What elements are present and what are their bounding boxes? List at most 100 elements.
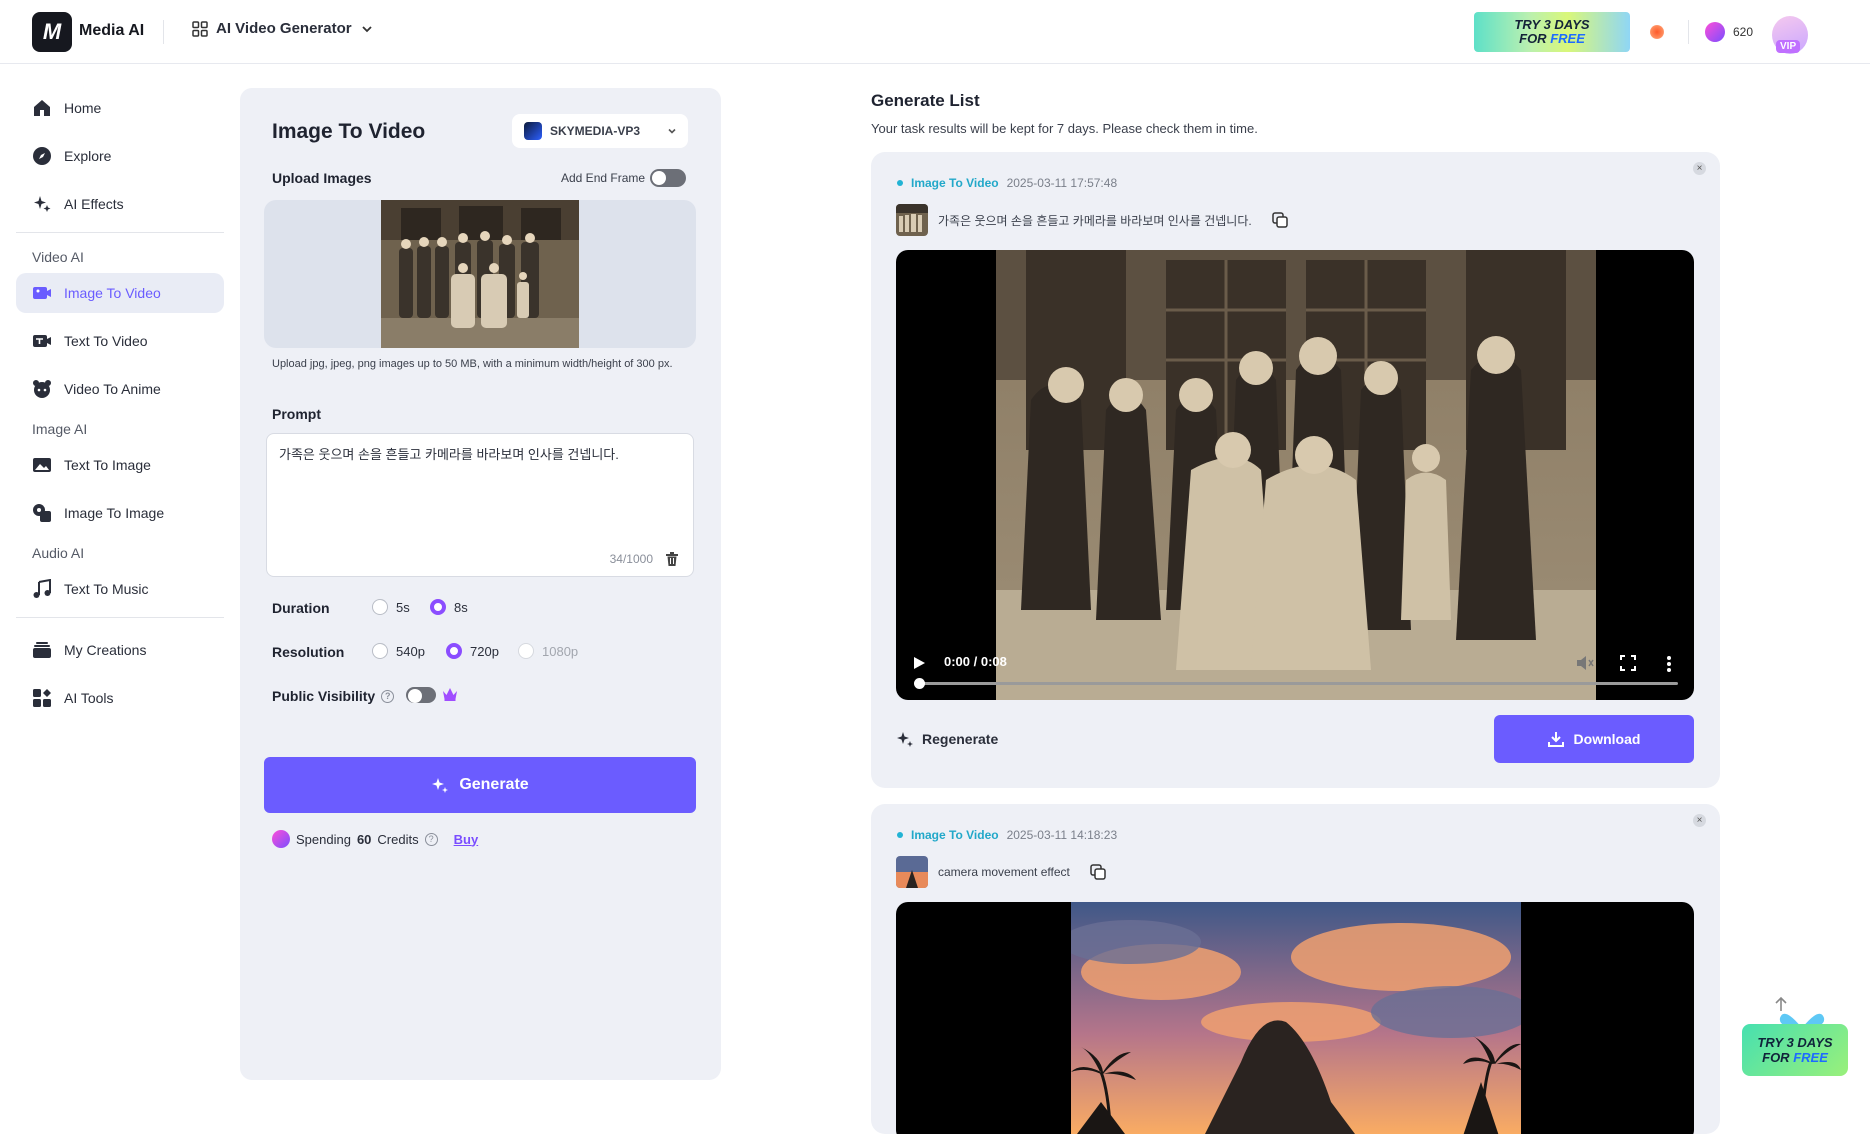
credit-spend: Spending 60 Credits ? Buy (272, 830, 478, 848)
video-player[interactable]: 0:00 / 0:08 (896, 250, 1694, 700)
duration-8s-option[interactable]: 8s (430, 599, 468, 615)
resolution-540p-radio[interactable] (372, 643, 388, 659)
visibility-label: Public Visibility ? (272, 688, 395, 704)
float-promo-line2a: FOR (1762, 1050, 1794, 1065)
music-note-icon (32, 579, 52, 599)
grid-icon (192, 20, 208, 37)
sidebar-item-text-to-music[interactable]: Text To Music (16, 569, 224, 609)
task-prompt: 가족은 웃으며 손을 흔들고 카메라를 바라보며 인사를 건넵니다. (896, 204, 1288, 236)
upload-label: Upload Images (272, 170, 372, 186)
task-prompt-text: 가족은 웃으며 손을 흔들고 카메라를 바라보며 인사를 건넵니다. (938, 213, 1252, 228)
credits-count[interactable]: 620 (1733, 25, 1753, 39)
home-icon (32, 98, 52, 118)
sidebar-item-text-to-video[interactable]: Text To Video (16, 321, 224, 361)
tools-grid-icon (32, 688, 52, 708)
uploaded-image-thumbnail[interactable] (381, 200, 579, 348)
task-prompt-text: camera movement effect (938, 865, 1070, 879)
generate-button[interactable]: Generate (264, 757, 696, 813)
credits-icon (1705, 22, 1725, 42)
end-frame-label: Add End Frame (561, 171, 646, 185)
tool-switcher[interactable]: AI Video Generator (192, 20, 374, 37)
prompt-label: Prompt (272, 406, 321, 422)
sidebar-item-my-creations[interactable]: My Creations (16, 630, 224, 670)
close-icon[interactable]: × (1693, 162, 1706, 175)
fullscreen-icon[interactable] (1620, 655, 1636, 671)
regenerate-button[interactable]: Regenerate (896, 730, 998, 748)
sparkle-icon (897, 732, 913, 747)
help-icon[interactable]: ? (424, 832, 438, 846)
sidebar-item-label: Text To Music (64, 581, 149, 597)
help-icon[interactable]: ? (381, 689, 395, 703)
copy-icon[interactable] (1271, 212, 1288, 228)
section-video-ai: Video AI (32, 249, 84, 265)
sidebar-item-home[interactable]: Home (16, 88, 224, 128)
text-video-icon (32, 331, 52, 351)
task-header: Image To Video 2025-03-11 17:57:48 (897, 176, 1117, 190)
sidebar-item-image-to-image[interactable]: Image To Image (16, 493, 224, 533)
duration-5s-label: 5s (396, 599, 410, 615)
video-time: 0:00 / 0:08 (944, 654, 1007, 669)
regenerate-label: Regenerate (922, 731, 999, 747)
video-controls: 0:00 / 0:08 (896, 640, 1694, 700)
visibility-label-text: Public Visibility (272, 688, 376, 704)
chevron-down-icon (361, 25, 372, 32)
play-icon[interactable] (912, 656, 926, 670)
video-progress-bar[interactable] (914, 678, 1678, 689)
end-frame-toggle[interactable] (650, 169, 686, 187)
mute-icon[interactable] (1576, 655, 1594, 671)
record-icon[interactable] (1650, 25, 1664, 39)
sidebar-item-explore[interactable]: Explore (16, 136, 224, 176)
video-player[interactable] (896, 902, 1694, 1134)
chevron-down-icon (668, 128, 676, 134)
section-audio-ai: Audio AI (32, 545, 85, 561)
progress-handle[interactable] (914, 678, 925, 689)
resolution-540p-option[interactable]: 540p (372, 643, 425, 659)
duration-8s-radio[interactable] (430, 599, 446, 615)
app-logo-icon[interactable]: M (32, 12, 72, 52)
model-logo-icon (524, 122, 542, 140)
sidebar-item-label: Image To Image (64, 505, 165, 521)
float-promo-line1: TRY 3 DAYS (1757, 1035, 1833, 1050)
spend-amount: 60 (356, 831, 372, 847)
more-options-icon[interactable] (1666, 655, 1672, 673)
visibility-toggle[interactable] (406, 687, 436, 703)
download-button[interactable]: Download (1494, 715, 1694, 763)
sidebar-item-ai-effects[interactable]: AI Effects (16, 184, 224, 224)
video-frame-sunset (1071, 902, 1521, 1134)
resolution-720p-radio[interactable] (446, 643, 462, 659)
prompt-textarea[interactable]: 가족은 웃으며 손을 흔들고 카메라를 바라보며 인사를 건넵니다. 34/10… (266, 433, 694, 577)
sidebar-divider-2 (16, 617, 224, 618)
resolution-720p-option[interactable]: 720p (446, 643, 499, 659)
duration-5s-radio[interactable] (372, 599, 388, 615)
task-type-tag: Image To Video (911, 176, 999, 190)
generate-list-title: Generate List (871, 91, 980, 110)
task-thumbnail (896, 856, 928, 888)
upload-dropzone[interactable] (264, 200, 696, 348)
duration-5s-option[interactable]: 5s (372, 599, 410, 615)
sidebar-item-label: Text To Video (64, 333, 148, 349)
copy-icon[interactable] (1090, 864, 1106, 880)
promo-line2a: FOR (1519, 31, 1551, 46)
floating-trial-promo[interactable]: TRY 3 DAYS FOR FREE (1742, 996, 1848, 1080)
anime-face-icon (32, 379, 52, 399)
free-trial-banner[interactable]: TRY 3 DAYS FOR FREE (1474, 12, 1630, 52)
sidebar-item-text-to-image[interactable]: Text To Image (16, 445, 224, 485)
header-divider (163, 20, 164, 44)
task-type-tag: Image To Video (911, 828, 999, 842)
model-select[interactable]: SKYMEDIA-VP3 (512, 114, 688, 148)
compass-icon (32, 146, 52, 166)
trash-icon[interactable] (665, 552, 679, 566)
sidebar-item-label: Text To Image (64, 457, 151, 473)
task-header: Image To Video 2025-03-11 14:18:23 (897, 828, 1117, 842)
sidebar-item-image-to-video[interactable]: Image To Video (16, 273, 224, 313)
generate-button-label: Generate (459, 776, 529, 793)
sidebar-item-ai-tools[interactable]: AI Tools (16, 678, 224, 718)
app-name: Media AI (79, 22, 145, 39)
close-icon[interactable]: × (1693, 814, 1706, 827)
resolution-1080p-radio (518, 643, 534, 659)
resolution-label: Resolution (272, 644, 345, 660)
sidebar-item-video-to-anime[interactable]: Video To Anime (16, 369, 224, 409)
model-select-value: SKYMEDIA-VP3 (550, 124, 641, 138)
buy-link[interactable]: Buy (454, 832, 479, 847)
sidebar-item-label: AI Tools (64, 690, 114, 706)
